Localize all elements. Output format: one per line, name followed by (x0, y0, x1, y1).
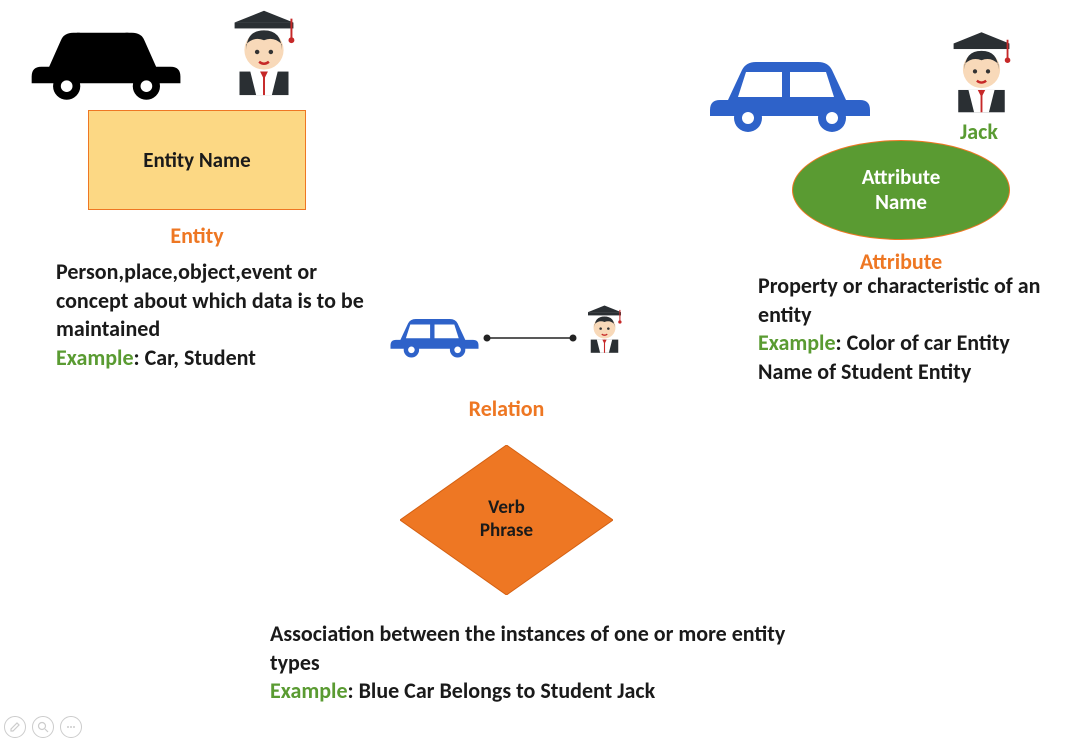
entity-name-box: Entity Name (88, 110, 306, 210)
verb-phrase-diamond: VerbPhrase (400, 445, 613, 595)
attribute-section-label: Attribute (792, 248, 1010, 275)
attribute-description: Property or characteristic of an entity … (758, 272, 1068, 386)
blue-car-icon (700, 42, 880, 137)
relation-section-label: Relation (400, 395, 613, 422)
jack-label: Jack (960, 118, 998, 145)
entity-section-label: Entity (88, 222, 306, 249)
relation-example-text: : Blue Car Belongs to Student Jack (348, 677, 656, 704)
entity-example-text: : Car, Student (134, 344, 256, 371)
entity-box-label: Entity Name (143, 147, 250, 173)
student-icon (215, 0, 313, 105)
attribute-desc-text: Property or characteristic of an entity (758, 272, 1040, 328)
student-icon (935, 22, 1028, 122)
relation-mini-diagram (385, 298, 635, 383)
attribute-ellipse-label: AttributeName (862, 165, 941, 215)
black-car-icon (20, 12, 195, 107)
entity-example-prefix: Example (56, 344, 134, 371)
pen-icon[interactable] (4, 716, 26, 738)
attribute-name-ellipse: AttributeName (792, 140, 1010, 240)
entity-description: Person,place,object,event or concept abo… (56, 258, 366, 372)
attribute-example-prefix: Example (758, 329, 836, 356)
relation-description: Association between the instances of one… (270, 620, 810, 706)
relation-desc-text: Association between the instances of one… (270, 620, 785, 676)
zoom-icon[interactable] (32, 716, 54, 738)
entity-desc-text: Person,place,object,event or concept abo… (56, 258, 364, 342)
toolbar (4, 716, 82, 738)
diamond-label: VerbPhrase (480, 497, 533, 543)
more-icon[interactable] (60, 716, 82, 738)
relation-example-prefix: Example (270, 677, 348, 704)
